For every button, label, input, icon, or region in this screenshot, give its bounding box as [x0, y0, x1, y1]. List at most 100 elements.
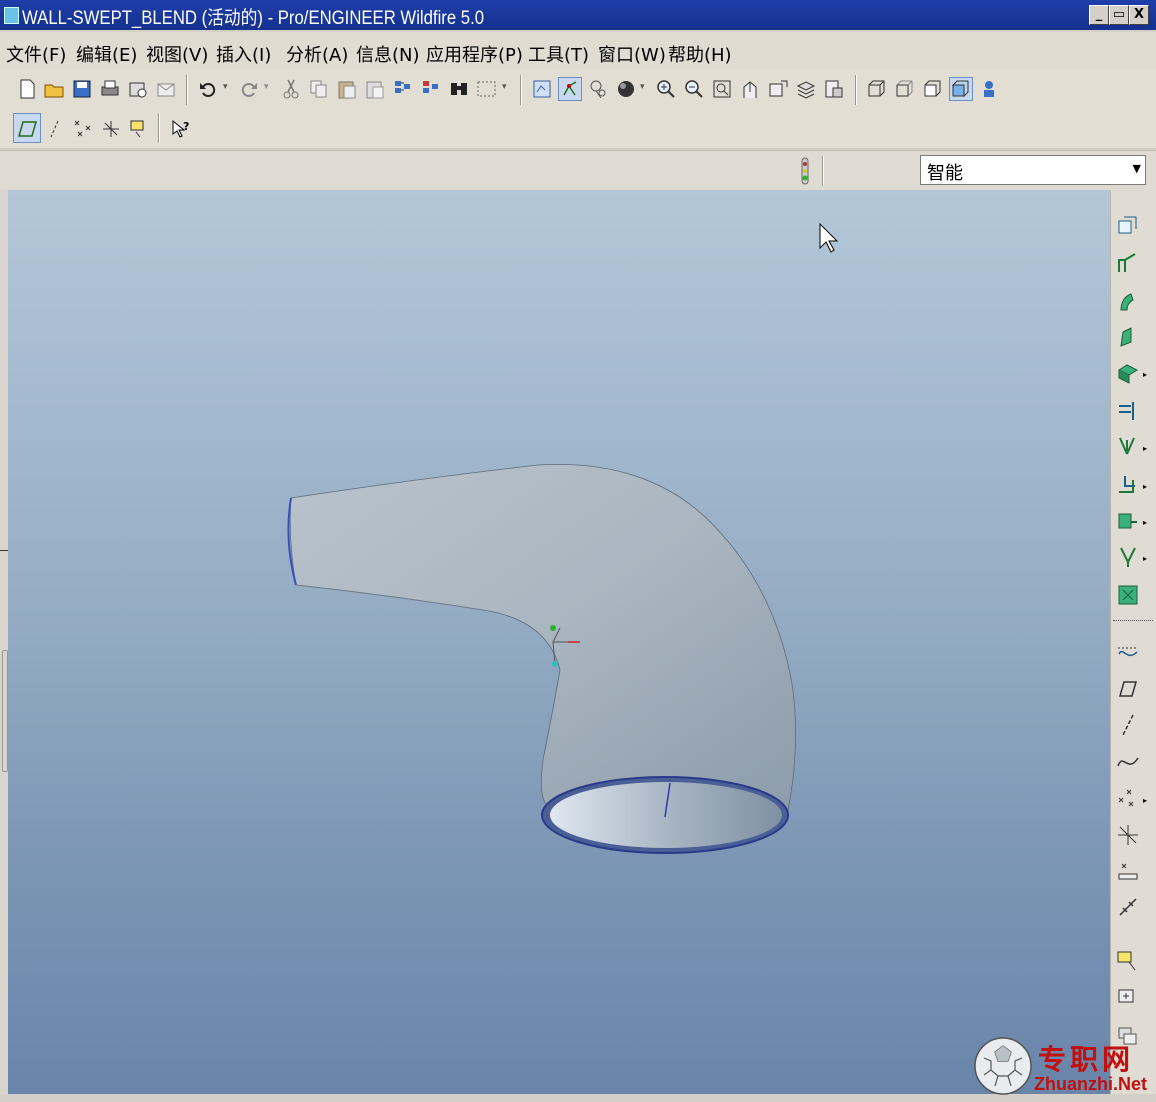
datum-point-icon[interactable] — [1115, 786, 1141, 812]
select-box-icon[interactable] — [476, 78, 498, 100]
chevron-right-icon[interactable]: ▸ — [1143, 444, 1147, 453]
regen-manager-icon[interactable] — [420, 78, 442, 100]
toolbar-separator — [855, 75, 856, 105]
repaint-icon[interactable] — [531, 78, 553, 100]
menu-view[interactable]: 视图(V) — [146, 41, 208, 67]
paste-icon[interactable] — [336, 78, 358, 100]
close-button[interactable]: X — [1129, 5, 1149, 25]
shaded-icon[interactable] — [949, 77, 973, 101]
selection-filter-select[interactable]: 智能 ▼ — [920, 155, 1146, 185]
annotation-display-icon[interactable] — [128, 118, 150, 140]
datum-point-display-icon[interactable] — [72, 118, 94, 140]
datum-curve-icon[interactable] — [1115, 748, 1141, 774]
menu-analysis[interactable]: 分析(A) — [286, 41, 348, 67]
send-icon[interactable] — [127, 78, 149, 100]
menu-applications[interactable]: 应用程序(P) — [426, 41, 523, 67]
redo-icon[interactable] — [238, 78, 260, 100]
no-hidden-icon[interactable] — [922, 78, 944, 100]
navigator-edge[interactable] — [0, 190, 8, 1094]
analysis-icon[interactable] — [1115, 858, 1141, 884]
find-icon[interactable] — [448, 78, 470, 100]
menu-edit[interactable]: 编辑(E) — [76, 41, 137, 67]
sketch-icon[interactable] — [1115, 640, 1141, 666]
new-icon[interactable] — [16, 78, 38, 100]
print-icon[interactable] — [99, 78, 121, 100]
chevron-right-icon[interactable]: ▸ — [1143, 482, 1147, 491]
toolbar-separator — [158, 113, 159, 143]
chevron-down-icon[interactable]: ▾ — [640, 82, 648, 104]
chevron-right-icon[interactable]: ▸ — [1143, 796, 1147, 805]
datum-plane-display-icon[interactable] — [13, 113, 41, 143]
intent-icon[interactable] — [1115, 986, 1141, 1012]
thicken-icon[interactable] — [1115, 544, 1141, 570]
chevron-down-icon[interactable]: ▾ — [502, 82, 510, 104]
zoom-in-icon[interactable] — [655, 78, 677, 100]
menu-tools[interactable]: 工具(T) — [528, 41, 589, 67]
view-manager-icon[interactable] — [823, 78, 845, 100]
saved-views-icon[interactable] — [767, 78, 789, 100]
open-icon[interactable] — [43, 78, 65, 100]
minimize-button[interactable]: _ — [1089, 5, 1109, 25]
hidden-line-icon[interactable] — [894, 78, 916, 100]
datum-display-toolbar: ? — [0, 108, 1156, 148]
cut-icon[interactable] — [280, 78, 302, 100]
watermark-en: Zhuanzhi.Net — [1034, 1074, 1147, 1094]
offset-icon[interactable] — [1115, 508, 1141, 534]
copy-icon[interactable] — [308, 78, 330, 100]
undo-icon[interactable] — [197, 78, 219, 100]
paste-special-icon[interactable] — [364, 78, 386, 100]
chevron-down-icon[interactable]: ▾ — [223, 82, 231, 104]
feature-toolbar: ▸ ▸ ▸ ▸ ▸ ▸ — [1110, 190, 1156, 1102]
mail-icon[interactable] — [155, 78, 177, 100]
menu-insert[interactable]: 插入(I) — [216, 41, 271, 67]
csys-display-icon[interactable] — [100, 118, 122, 140]
regenerate-icon[interactable] — [392, 78, 414, 100]
spin-center-icon[interactable] — [558, 77, 582, 101]
traffic-light-icon — [801, 157, 809, 185]
annotation-icon[interactable] — [1115, 948, 1141, 974]
graphics-viewport[interactable] — [8, 190, 1110, 1094]
menu-help[interactable]: 帮助(H) — [668, 41, 732, 67]
model-canvas[interactable] — [8, 190, 1110, 1094]
menu-info[interactable]: 信息(N) — [356, 41, 420, 67]
menu-bar: 文件(F) 编辑(E) 视图(V) 插入(I) 分析(A) 信息(N) 应用程序… — [0, 32, 1156, 70]
mouse-cursor-icon — [819, 222, 839, 253]
shading-icon[interactable] — [615, 78, 637, 100]
title-bar: WALL-SWEPT_BLEND (活动的) - Pro/ENGINEER Wi… — [0, 0, 1156, 30]
layers-icon[interactable] — [795, 78, 817, 100]
csys-icon[interactable] — [1115, 822, 1141, 848]
datum-plane-icon[interactable] — [1115, 676, 1141, 702]
restore-button[interactable]: ▭ — [1109, 5, 1129, 25]
orient-mode-icon[interactable] — [587, 78, 609, 100]
chevron-right-icon[interactable]: ▸ — [1143, 554, 1147, 563]
round-icon[interactable] — [1115, 250, 1141, 276]
merge-icon[interactable] — [1115, 434, 1141, 460]
hole-icon[interactable] — [1115, 212, 1141, 238]
model-tree-icon[interactable] — [978, 78, 1000, 100]
context-help-icon[interactable]: ? — [170, 118, 192, 140]
chevron-down-icon[interactable]: ▾ — [264, 82, 272, 104]
shell-icon[interactable] — [1115, 288, 1141, 314]
wireframe-icon[interactable] — [866, 78, 888, 100]
refit-icon[interactable] — [711, 78, 733, 100]
rib-icon[interactable] — [1115, 360, 1141, 386]
main-toolbar: ▾ ▾ ▾ ▾ — [0, 70, 1156, 110]
datum-axis-display-icon[interactable] — [44, 118, 66, 140]
menu-window[interactable]: 窗口(W) — [598, 41, 666, 67]
chevron-right-icon[interactable]: ▸ — [1143, 518, 1147, 527]
save-icon[interactable] — [71, 78, 93, 100]
toolbar-separator — [1113, 620, 1153, 622]
datum-axis-icon[interactable] — [1115, 712, 1141, 738]
zoom-out-icon[interactable] — [683, 78, 705, 100]
menu-file[interactable]: 文件(F) — [6, 41, 66, 67]
trim-icon[interactable] — [1115, 472, 1141, 498]
reorient-icon[interactable] — [739, 78, 761, 100]
mirror-icon[interactable] — [1115, 398, 1141, 424]
solidify-icon[interactable] — [1115, 582, 1141, 608]
style-icon[interactable] — [1115, 894, 1141, 920]
toolbar-separator — [520, 75, 521, 105]
chevron-right-icon[interactable]: ▸ — [1143, 370, 1147, 379]
app-icon — [4, 7, 19, 24]
draft-icon[interactable] — [1115, 324, 1141, 350]
swept-blend-model[interactable] — [287, 464, 796, 854]
